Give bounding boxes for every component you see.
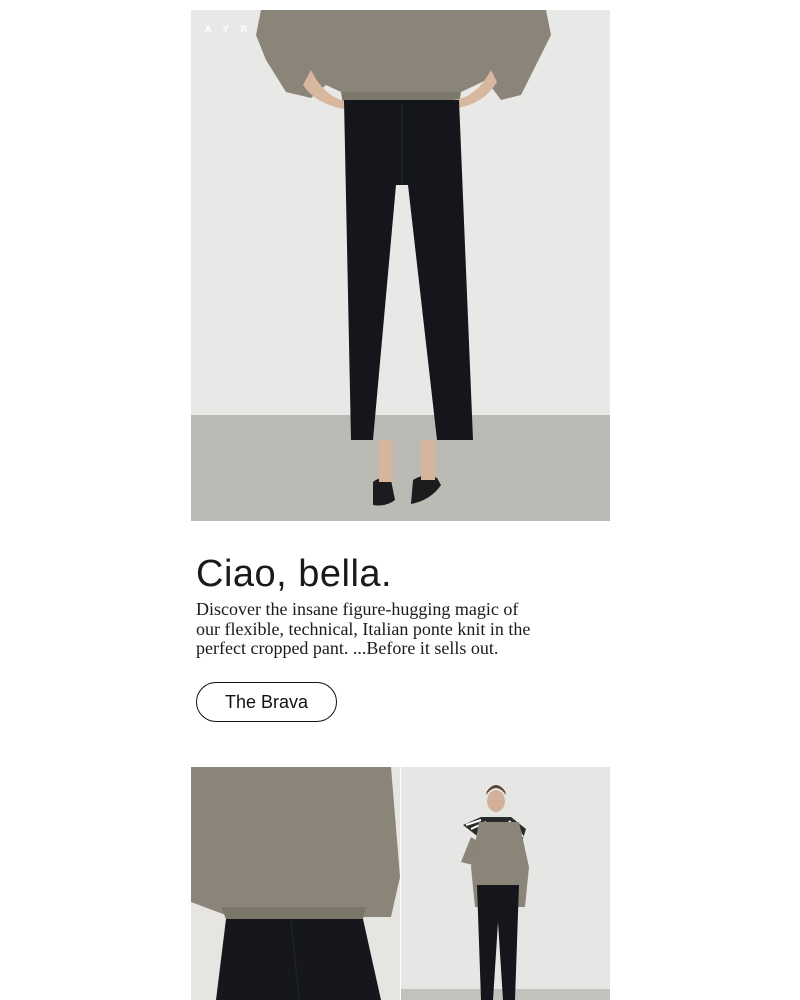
- gallery-image-full-look[interactable]: [401, 767, 610, 1000]
- full-look-photo: [401, 767, 610, 1000]
- back-view-photo: [191, 767, 400, 1000]
- shop-brava-button[interactable]: The Brava: [196, 682, 337, 722]
- hero-photo: [191, 10, 610, 521]
- headline: Ciao, bella.: [196, 553, 393, 595]
- hero-image[interactable]: AYR: [191, 10, 610, 521]
- product-gallery: [191, 767, 610, 1000]
- body-text: Discover the insane figure-hugging magic…: [196, 599, 531, 658]
- promo-copy: Ciao, bella. Discover the insane figure-…: [196, 548, 556, 659]
- gallery-image-back-view[interactable]: [191, 767, 400, 1000]
- brand-logo: AYR: [205, 24, 260, 34]
